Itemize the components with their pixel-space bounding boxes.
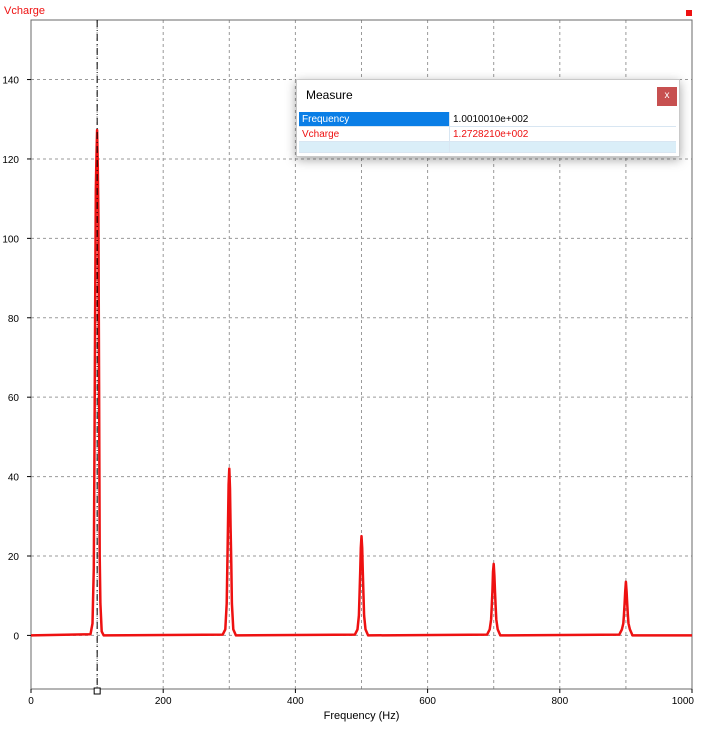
x-tick-label: 0 <box>28 696 34 707</box>
measure-row-value: 1.2728210e+002 <box>449 126 676 142</box>
measure-row-empty <box>299 141 676 153</box>
y-tick-label: 0 <box>13 631 19 642</box>
x-axis-ticks: 0 200 400 600 800 1000 <box>28 689 694 707</box>
measure-row-vcharge[interactable]: Vcharge 1.2728210e+002 <box>299 126 676 142</box>
corner-marker <box>686 10 692 16</box>
close-button[interactable]: x <box>657 87 677 106</box>
y-tick-label: 40 <box>8 473 20 484</box>
measure-row-label: Frequency <box>299 112 450 127</box>
x-tick-label: 800 <box>551 696 568 707</box>
x-axis-label: Frequency (Hz) <box>324 710 400 722</box>
measure-row-value: 1.0010010e+002 <box>449 112 676 127</box>
x-tick-label: 1000 <box>672 696 695 707</box>
y-tick-label: 20 <box>8 552 20 563</box>
series-title: Vcharge <box>4 5 45 17</box>
y-tick-label: 80 <box>8 314 20 325</box>
measure-panel[interactable]: Measure x Frequency 1.0010010e+002 Vchar… <box>296 79 680 157</box>
y-axis-ticks: 0 20 40 60 80 100 120 140 <box>2 76 31 642</box>
measure-row-label: Vcharge <box>299 126 450 142</box>
y-tick-label: 100 <box>2 234 19 245</box>
y-tick-label: 140 <box>2 76 19 87</box>
measure-row-frequency[interactable]: Frequency 1.0010010e+002 <box>299 112 676 127</box>
y-tick-label: 120 <box>2 155 19 166</box>
x-tick-label: 200 <box>155 696 172 707</box>
measure-cursor-handle[interactable] <box>93 687 101 695</box>
measure-title: Measure <box>306 88 353 102</box>
x-tick-label: 400 <box>287 696 304 707</box>
measure-table: Frequency 1.0010010e+002 Vcharge 1.27282… <box>299 112 676 153</box>
x-tick-label: 600 <box>419 696 436 707</box>
y-tick-label: 60 <box>8 393 20 404</box>
